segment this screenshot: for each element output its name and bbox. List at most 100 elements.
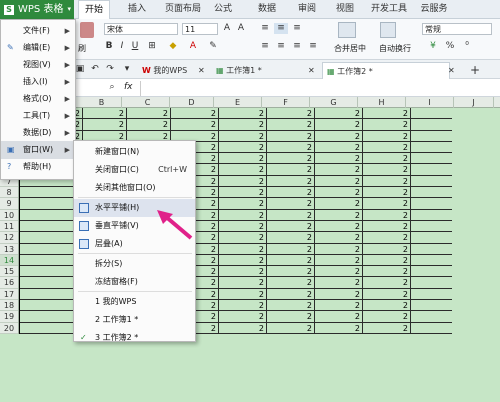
column-header-cell[interactable]: J <box>454 97 494 108</box>
format-painter-icon[interactable] <box>80 22 94 38</box>
tab-insert[interactable]: 插入 <box>122 0 152 19</box>
close-icon[interactable]: ✕ <box>196 62 208 79</box>
cell[interactable]: 2 <box>315 108 363 120</box>
cell[interactable]: 2 <box>315 322 363 334</box>
column-header-cell[interactable]: I <box>406 97 454 108</box>
redo-icon[interactable]: ↷ <box>104 64 116 75</box>
column-header-cell[interactable]: B <box>82 97 122 108</box>
percent-icon[interactable]: % <box>444 41 456 52</box>
cell[interactable]: 2 <box>267 277 315 289</box>
cell[interactable]: 2 <box>219 175 267 188</box>
close-icon[interactable]: ✕ <box>306 62 318 79</box>
cell[interactable]: 2 <box>363 141 411 154</box>
cell[interactable]: 2 <box>363 153 411 165</box>
menu-item-insert[interactable]: 插入(I) ▶ <box>1 73 76 91</box>
column-header-cell[interactable]: G <box>310 97 358 108</box>
cell[interactable]: 2 <box>219 164 267 176</box>
cell[interactable]: 2 <box>363 220 411 233</box>
cell[interactable]: 2 <box>219 220 267 233</box>
cell[interactable]: 2 <box>219 232 267 244</box>
cell[interactable]: 2 <box>363 288 411 301</box>
cell[interactable]: 2 <box>315 209 363 221</box>
menu-item-data[interactable]: 数据(D) ▶ <box>1 124 76 142</box>
menu-item-window[interactable]: ▣ 窗口(W) ▶ <box>1 141 76 159</box>
wrap-text-icon[interactable] <box>380 22 396 38</box>
cell[interactable]: 2 <box>219 243 267 255</box>
cell[interactable]: 2 <box>363 130 411 142</box>
row-header-cell[interactable]: 15 <box>0 266 18 278</box>
tab-page-layout[interactable]: 页面布局 <box>160 0 206 19</box>
cell[interactable]: 2 <box>219 311 267 323</box>
cell[interactable]: 2 <box>219 187 267 199</box>
cell[interactable]: 2 <box>315 232 363 244</box>
fx-label[interactable]: fx <box>124 82 133 92</box>
italic-icon[interactable]: I <box>117 41 127 52</box>
fill-color-icon[interactable]: ◆ <box>166 41 180 52</box>
bold-icon[interactable]: B <box>104 41 114 52</box>
cell[interactable]: 2 <box>267 187 315 199</box>
cell[interactable]: 2 <box>315 311 363 323</box>
cell[interactable]: 2 <box>363 266 411 278</box>
cell[interactable]: 2 <box>267 232 315 244</box>
cell[interactable]: 2 <box>219 277 267 289</box>
cell[interactable]: 2 <box>363 277 411 289</box>
row-header-cell[interactable]: 14 <box>0 254 18 267</box>
cell[interactable]: 2 <box>171 119 219 131</box>
cell[interactable]: 2 <box>219 266 267 278</box>
row-header-cell[interactable]: 13 <box>0 244 18 255</box>
cell[interactable]: 2 <box>315 266 363 278</box>
row-header-cell[interactable]: 20 <box>0 323 18 334</box>
cell[interactable]: 2 <box>363 175 411 188</box>
cell[interactable]: 2 <box>267 243 315 255</box>
menu-item-view[interactable]: 视图(V) ▶ <box>1 56 76 74</box>
cell[interactable]: 2 <box>219 108 267 120</box>
menu-item-tools[interactable]: 工具(T) ▶ <box>1 107 76 125</box>
menu-item-file[interactable]: 文件(F) ▶ <box>1 22 76 40</box>
wps-menu-button[interactable]: S WPS 表格 ▾ <box>0 0 74 19</box>
underline-icon[interactable]: U <box>130 41 140 52</box>
cell[interactable]: 2 <box>363 311 411 323</box>
font-size-select[interactable]: 11 <box>182 23 218 35</box>
cell[interactable]: 2 <box>315 153 363 165</box>
doc-tab-mywps[interactable]: W 我的WPS <box>138 62 194 79</box>
cell[interactable]: 2 <box>363 198 411 210</box>
cell[interactable]: 2 <box>219 130 267 142</box>
align-middle-icon[interactable]: ≡ <box>274 23 288 34</box>
row-header-cell[interactable]: 9 <box>0 198 18 210</box>
border-icon[interactable]: ⊞ <box>145 41 159 52</box>
cell[interactable]: 2 <box>315 300 363 312</box>
cell[interactable]: 2 <box>267 322 315 334</box>
tab-developer[interactable]: 开发工具 <box>368 0 410 19</box>
cell[interactable]: 2 <box>219 254 267 267</box>
chevron-down-icon[interactable]: ▾ <box>122 64 132 75</box>
row-header-cell[interactable]: 18 <box>0 300 18 312</box>
cell[interactable]: 2 <box>267 288 315 301</box>
cell[interactable]: 2 <box>315 288 363 301</box>
cell[interactable]: 2 <box>315 243 363 255</box>
column-header-cell[interactable]: C <box>126 97 170 108</box>
cell[interactable]: 2 <box>219 198 267 210</box>
cell[interactable]: 2 <box>363 300 411 312</box>
tab-home[interactable]: 开始 <box>78 0 110 19</box>
column-header-cell[interactable]: H <box>358 97 406 108</box>
zoom-search-icon[interactable]: ⌕ <box>106 82 118 93</box>
cell[interactable]: 2 <box>267 266 315 278</box>
menu-item-format[interactable]: 格式(O) ▶ <box>1 90 76 108</box>
cell[interactable]: 2 <box>315 198 363 210</box>
doc-tab-workbook2[interactable]: ▦ 工作簿2 * <box>322 62 450 79</box>
font-name-select[interactable]: 宋体 <box>104 23 178 35</box>
cell[interactable]: 2 <box>363 108 411 120</box>
align-bottom-icon[interactable]: ≡ <box>290 23 304 34</box>
cell[interactable]: 2 <box>315 187 363 199</box>
menu-item-freeze-panes[interactable]: 冻结窗格(F) <box>74 273 195 291</box>
menu-item-help[interactable]: ? 帮助(H) <box>1 158 76 176</box>
cell[interactable]: 2 <box>267 198 315 210</box>
wrap-text-label[interactable]: 自动换行 <box>379 43 411 54</box>
decimal-icon[interactable]: ⁰ <box>460 41 474 52</box>
cell[interactable]: 2 <box>363 164 411 176</box>
cell[interactable]: 2 <box>363 187 411 199</box>
justify-icon[interactable]: ≡ <box>306 41 320 52</box>
align-right-icon[interactable]: ≡ <box>290 41 304 52</box>
merge-icon[interactable] <box>338 22 356 38</box>
new-tab-icon[interactable]: + <box>466 62 480 79</box>
